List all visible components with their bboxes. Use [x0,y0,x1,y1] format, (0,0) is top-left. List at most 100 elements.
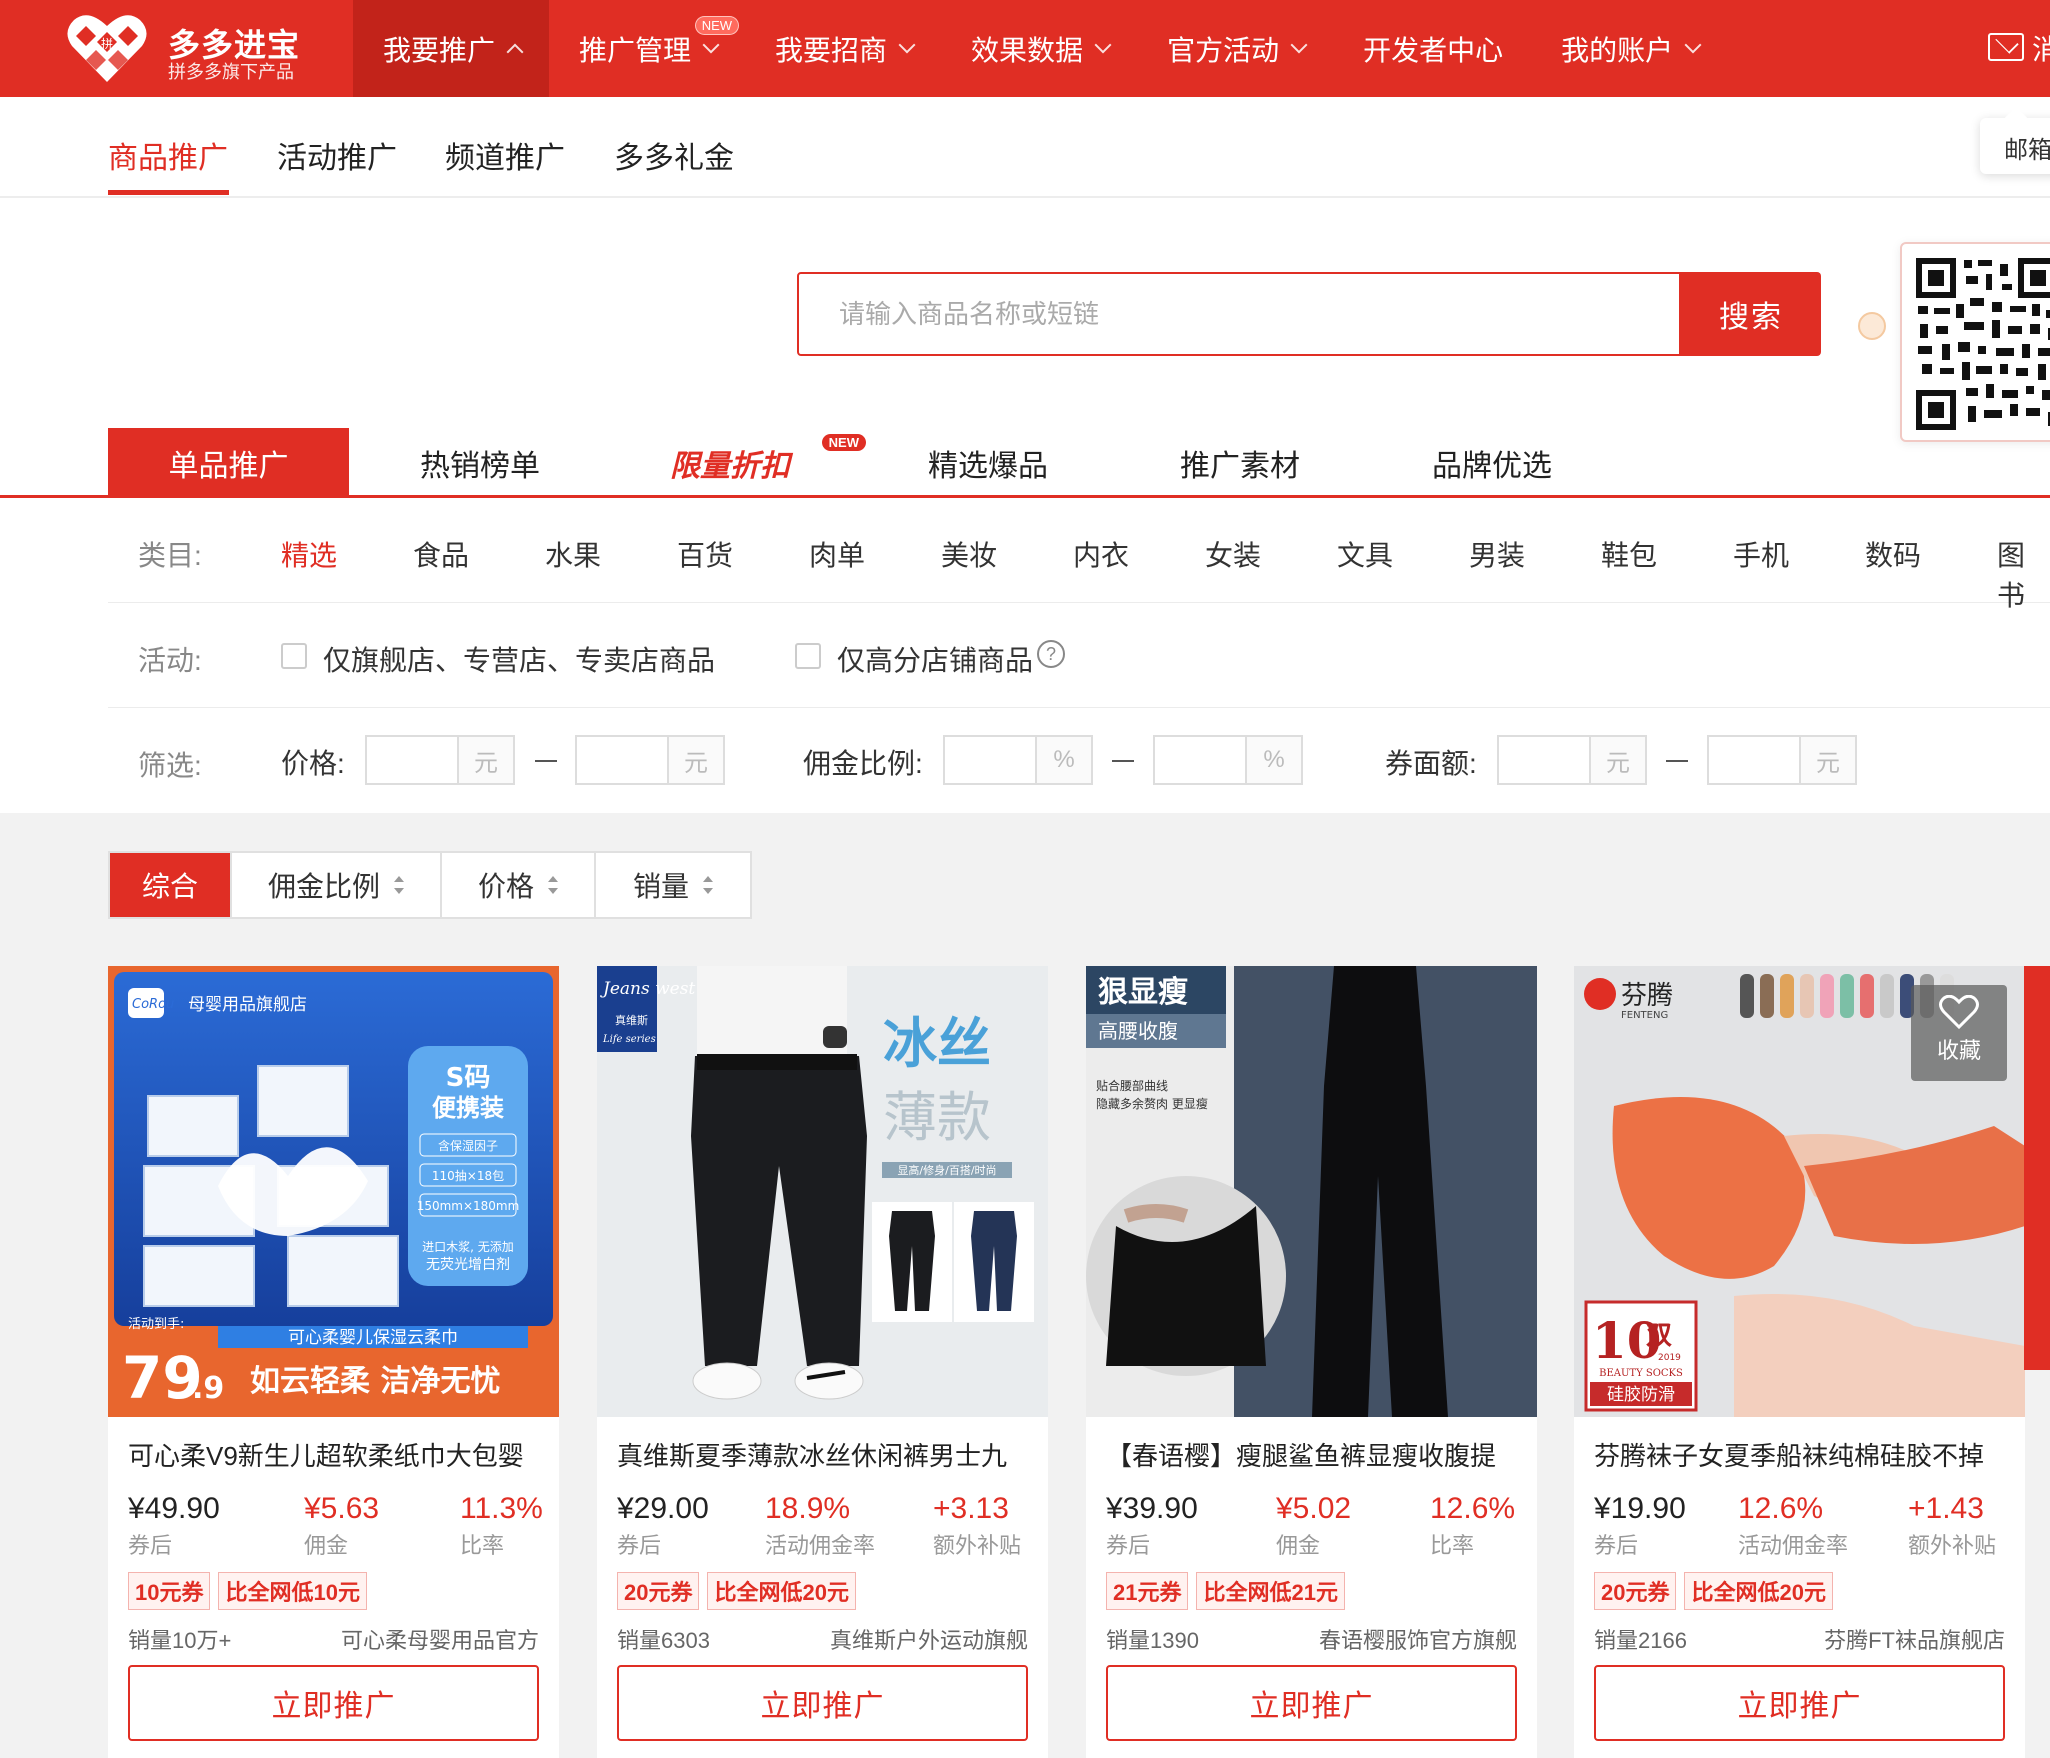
img-sub: 高腰收腹 [1098,1019,1178,1043]
tab-limited-discount[interactable]: 限量折扣 NEW [640,428,866,498]
category-item[interactable]: 水果 [545,534,601,574]
product-title[interactable]: 芬腾袜子女夏季船袜纯棉硅胶不掉 [1594,1436,2009,1473]
price-value: ¥49.90 [128,1492,220,1525]
category-item[interactable]: 百货 [677,534,733,574]
product-image[interactable]: CoRou 母婴用品旗舰店 S码 便携装 含保湿因子 110抽×18包 150m… [108,966,559,1417]
price-compare-tag: 比全网低20元 [1684,1572,1833,1610]
product-title[interactable]: 真维斯夏季薄款冰丝休闲裤男士九 [617,1436,1032,1473]
sort-sales-button[interactable]: 销量 [596,853,750,917]
category-item[interactable]: 手机 [1733,534,1789,574]
help-icon[interactable]: ? [1037,640,1065,668]
product-image[interactable]: 狠显瘦 高腰收腹 贴合腰部曲线 隐藏多余赘肉 更显瘦 [1086,966,1537,1417]
product-title[interactable]: 可心柔V9新生儿超软柔纸巾大包婴 [128,1436,543,1473]
brand-logo[interactable]: 拼 多多进宝 拼多多旗下产品 [66,12,306,84]
price-min-field[interactable]: 元 [365,735,515,785]
range-dash [1112,760,1134,762]
sort-price-button[interactable]: 价格 [442,853,596,917]
subnav-product-promo[interactable]: 商品推广 [108,133,228,177]
side-banner[interactable] [2024,966,2050,1370]
coupon-max-field[interactable]: 元 [1707,735,1857,785]
shop-name[interactable]: 真维斯户外运动旗舰 [830,1623,1028,1655]
product-title[interactable]: 【春语樱】瘦腿鲨鱼裤显瘦收腹提 [1106,1436,1521,1473]
tab-single-item[interactable]: 单品推广 [108,428,349,498]
nav-label: 我的账户 [1561,34,1674,66]
search-input[interactable] [799,274,1679,354]
shop-name[interactable]: 春语樱服饰官方旗舰 [1319,1623,1517,1655]
category-item[interactable]: 美妆 [941,534,997,574]
sort-default-button[interactable]: 综合 [110,853,232,917]
promote-now-button[interactable]: 立即推广 [1106,1665,1517,1741]
top-nav-bar: 拼 多多进宝 拼多多旗下产品 我要推广 推广管理 NEW 我要招商 效果数据 官… [0,0,2050,97]
subnav-event-promo[interactable]: 活动推广 [277,133,397,177]
promotion-tabs: 单品推广 热销榜单 限量折扣 NEW 精选爆品 推广素材 品牌优选 [0,428,2050,498]
commission-value: ¥5.63 [304,1492,380,1525]
product-card[interactable]: 狠显瘦 高腰收腹 贴合腰部曲线 隐藏多余赘肉 更显瘦 【春语樱】瘦腿鲨鱼裤显瘦收… [1086,966,1537,1758]
category-item[interactable]: 鞋包 [1601,534,1657,574]
tab-brand-selection[interactable]: 品牌优选 [1392,428,1592,498]
mail-icon[interactable] [1988,33,2024,61]
product-image-tissue: CoRou 母婴用品旗舰店 S码 便携装 含保湿因子 110抽×18包 150m… [108,966,559,1417]
price-compare-tag: 比全网低20元 [707,1572,856,1610]
qr-code-icon [1916,258,2050,430]
price-block: ¥29.00 券后 [617,1492,709,1560]
category-item[interactable]: 数码 [1865,534,1921,574]
subsidy-label: 额外补贴 [933,1533,1022,1558]
category-item[interactable]: 内衣 [1073,534,1129,574]
img-price-small: .9 [192,1371,224,1406]
category-item[interactable]: 肉单 [809,534,865,574]
flagship-only-checkbox[interactable] [281,643,307,669]
img-price-big: 79 [122,1344,203,1412]
commission-label: 佣金 [1276,1533,1321,1558]
sort-arrows-icon [394,876,404,894]
activity-label: 活动: [138,645,202,676]
nav-item-account[interactable]: 我的账户 [1531,0,1727,97]
price-max-field[interactable]: 元 [575,735,725,785]
nav-label: 官方活动 [1167,34,1280,66]
nav-item-promote[interactable]: 我要推广 [353,0,550,97]
tab-selected-hits[interactable]: 精选爆品 [888,428,1088,498]
product-image[interactable]: Jeans west 真维斯 Life series 冰丝 薄款 显高/修身/百… [597,966,1048,1417]
coupon-min-field[interactable]: 元 [1497,735,1647,785]
tab-hot-ranking[interactable]: 热销榜单 [380,428,580,498]
search-button[interactable]: 搜索 [1681,272,1821,356]
product-card[interactable]: 芬腾 FENTENG 10 双 2019 BEAUTY SOCKS 硅胶防滑 芬… [1574,966,2025,1758]
range-dash [535,760,557,762]
subnav-gift-money[interactable]: 多多礼金 [614,133,734,177]
category-item[interactable]: 食品 [413,534,469,574]
promote-now-button[interactable]: 立即推广 [1594,1665,2005,1741]
coupon-tag: 21元券 [1106,1572,1189,1610]
nav-item-data[interactable]: 效果数据 [941,0,1137,97]
chevron-up-icon [506,43,524,60]
sort-commission-button[interactable]: 佣金比例 [232,853,442,917]
high-score-only-checkbox[interactable] [795,643,821,669]
category-item[interactable]: 女装 [1205,534,1261,574]
favorite-button[interactable]: 收藏 [1911,985,2007,1081]
shop-name[interactable]: 芬腾FT袜品旗舰店 [1824,1623,2005,1655]
unit-label: % [1035,737,1091,783]
flagship-only-label[interactable]: 仅旗舰店、专营店、专卖店商品 [323,639,715,679]
category-item[interactable]: 精选 [281,534,337,574]
category-item[interactable]: 图书 [1997,534,2050,614]
category-item[interactable]: 男装 [1469,534,1525,574]
nav-item-official-events[interactable]: 官方活动 [1137,0,1333,97]
commission-max-field[interactable]: % [1153,735,1303,785]
shop-name[interactable]: 可心柔母婴用品官方 [341,1623,539,1655]
img-badge-top: S码 [446,1063,491,1093]
nav-item-merchant[interactable]: 我要招商 [745,0,941,97]
commission-min-field[interactable]: % [943,735,1093,785]
promote-now-button[interactable]: 立即推广 [617,1665,1028,1741]
nav-item-promo-management[interactable]: 推广管理 NEW [549,0,745,97]
img-brand-sub: Life series [602,1034,656,1045]
promote-now-button[interactable]: 立即推广 [128,1665,539,1741]
subnav-channel-promo[interactable]: 频道推广 [445,133,565,177]
nav-item-developer[interactable]: 开发者中心 [1333,0,1531,97]
product-card[interactable]: Jeans west 真维斯 Life series 冰丝 薄款 显高/修身/百… [597,966,1048,1758]
product-card[interactable]: CoRou 母婴用品旗舰店 S码 便携装 含保湿因子 110抽×18包 150m… [108,966,559,1758]
img-note-2: 隐藏多余赘肉 更显瘦 [1096,1096,1208,1111]
category-item[interactable]: 文具 [1337,534,1393,574]
tab-promo-material[interactable]: 推广素材 [1140,428,1340,498]
high-score-only-label[interactable]: 仅高分店铺商品 [837,639,1033,679]
message-label[interactable]: 消 [2032,28,2050,68]
coupon-tag: 20元券 [1594,1572,1677,1610]
subsidy-value: +3.13 [933,1492,1009,1525]
